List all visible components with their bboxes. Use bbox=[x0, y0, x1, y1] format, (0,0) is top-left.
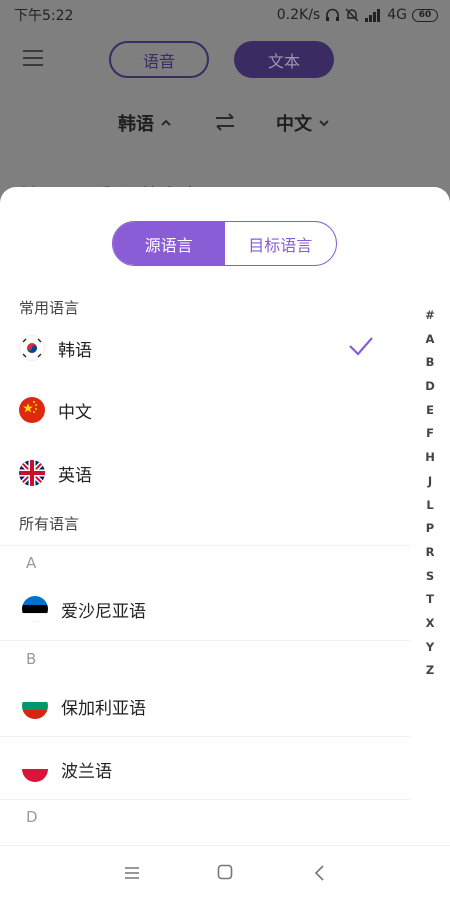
battery-icon: 60 bbox=[412, 8, 438, 22]
segment-target-language[interactable]: 目标语言 bbox=[225, 222, 337, 265]
signal-icon bbox=[365, 9, 381, 22]
letter-header-a: A bbox=[26, 554, 37, 572]
network-type: 4G bbox=[387, 7, 407, 23]
language-name: 波兰语 bbox=[61, 761, 112, 782]
language-picker-sheet: 源语言 目标语言 常用语言 韩语 中文 英语 所有语言 A 爱沙尼亚语 B 保加… bbox=[0, 187, 450, 900]
index-letter[interactable]: J bbox=[428, 470, 432, 494]
swap-icon[interactable] bbox=[213, 112, 237, 132]
language-item-bulgarian[interactable]: 保加利亚语 bbox=[0, 681, 410, 731]
divider bbox=[0, 799, 410, 800]
language-name: 保加利亚语 bbox=[61, 698, 146, 719]
index-letter[interactable]: B bbox=[426, 351, 435, 375]
tab-voice[interactable]: 语音 bbox=[109, 41, 209, 78]
poland-flag-icon bbox=[22, 756, 48, 782]
chevron-up-icon bbox=[161, 119, 171, 126]
status-icons: 0.2K/s 4G 60 bbox=[277, 7, 438, 23]
back-icon[interactable] bbox=[313, 865, 325, 881]
letter-header-d: D bbox=[26, 808, 38, 826]
target-language-label: 中文 bbox=[276, 114, 312, 135]
divider bbox=[0, 545, 410, 546]
all-languages-title: 所有语言 bbox=[19, 515, 80, 533]
index-letter[interactable]: Y bbox=[426, 636, 434, 660]
language-item-english[interactable]: 英语 bbox=[0, 448, 410, 498]
language-item-estonian[interactable]: 爱沙尼亚语 bbox=[0, 584, 410, 634]
language-item-korean[interactable]: 韩语 bbox=[0, 323, 410, 373]
common-languages-title: 常用语言 bbox=[19, 299, 80, 317]
index-letter[interactable]: H bbox=[425, 446, 435, 470]
index-letter[interactable]: L bbox=[426, 494, 433, 518]
index-letter[interactable]: X bbox=[426, 612, 435, 636]
estonia-flag-icon bbox=[22, 596, 48, 622]
status-bar: 下午5:22 0.2K/s 4G 60 bbox=[0, 0, 450, 30]
language-row: 韩语 中文 bbox=[0, 110, 450, 136]
alphabet-index-bar[interactable]: # A B D E F H J L P R S T X Y Z bbox=[424, 304, 436, 683]
headphones-icon bbox=[326, 8, 340, 21]
index-letter[interactable]: S bbox=[426, 565, 434, 589]
bell-off-icon bbox=[345, 8, 359, 22]
target-language-selector[interactable]: 中文 bbox=[276, 110, 330, 136]
uk-flag-icon bbox=[19, 460, 45, 486]
index-letter[interactable]: A bbox=[426, 328, 435, 352]
index-letter[interactable]: F bbox=[426, 422, 434, 446]
language-item-chinese[interactable]: 中文 bbox=[0, 385, 410, 435]
language-segment-control: 源语言 目标语言 bbox=[112, 221, 337, 266]
segment-source-language[interactable]: 源语言 bbox=[113, 222, 225, 265]
index-letter[interactable]: E bbox=[426, 399, 434, 423]
divider bbox=[0, 736, 410, 737]
letter-header-b: B bbox=[26, 650, 37, 668]
source-language-label: 韩语 bbox=[118, 114, 154, 135]
language-item-polish[interactable]: 波兰语 bbox=[0, 744, 410, 794]
index-letter[interactable]: D bbox=[425, 375, 435, 399]
status-time: 下午5:22 bbox=[14, 8, 74, 24]
system-nav-bar bbox=[0, 845, 450, 900]
tab-text[interactable]: 文本 bbox=[234, 41, 334, 78]
divider bbox=[0, 640, 410, 641]
network-speed: 0.2K/s bbox=[276, 7, 321, 23]
index-letter[interactable]: Z bbox=[426, 659, 434, 683]
index-letter[interactable]: P bbox=[426, 517, 434, 541]
chevron-down-icon bbox=[319, 120, 329, 127]
bulgaria-flag-icon bbox=[22, 693, 48, 719]
recents-icon[interactable] bbox=[124, 866, 140, 880]
check-icon bbox=[349, 337, 373, 356]
china-flag-icon bbox=[19, 397, 45, 423]
language-name: 中文 bbox=[58, 402, 92, 423]
language-name: 爱沙尼亚语 bbox=[61, 601, 146, 622]
home-icon[interactable] bbox=[217, 864, 233, 880]
language-name: 英语 bbox=[58, 465, 92, 486]
language-name: 韩语 bbox=[58, 340, 92, 361]
index-letter[interactable]: R bbox=[426, 541, 435, 565]
index-letter[interactable]: T bbox=[426, 588, 434, 612]
korea-flag-icon bbox=[19, 335, 45, 361]
source-language-selector[interactable]: 韩语 bbox=[118, 110, 172, 136]
menu-icon[interactable] bbox=[23, 50, 43, 68]
index-letter[interactable]: # bbox=[425, 304, 435, 328]
